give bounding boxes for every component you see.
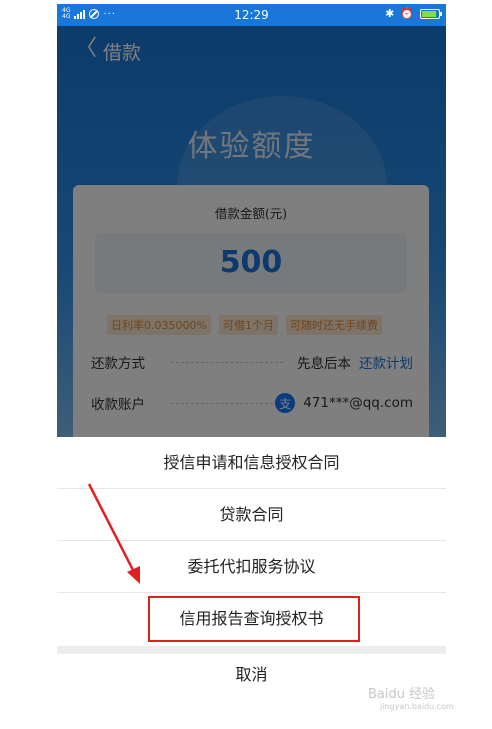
baidu-watermark-url: jingyan.baidu.com [380,702,454,711]
annotation-highlight-box [148,596,360,642]
baidu-watermark: Baidu 经验 [368,687,436,702]
